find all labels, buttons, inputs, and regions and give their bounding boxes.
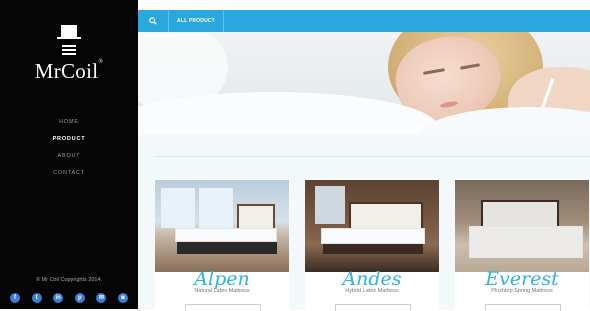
email-icon[interactable]: ✉	[96, 293, 107, 303]
spring-icon	[62, 45, 76, 57]
brand-name: MrCoil®	[34, 59, 104, 83]
product-name[interactable]: Alpen	[155, 268, 289, 290]
product-image[interactable]	[455, 180, 589, 272]
linkedin-icon[interactable]: in	[53, 293, 64, 303]
nav-item-about[interactable]: ABOUT	[0, 148, 138, 165]
logo[interactable]: MrCoil®	[0, 24, 138, 84]
search-button[interactable]	[138, 10, 169, 32]
facebook-icon[interactable]: f	[10, 293, 20, 303]
product-subtitle: Hybrid Latex Mattress	[345, 288, 399, 294]
product-image[interactable]	[305, 180, 439, 272]
product-subtitle: Natural Latex Mattress	[194, 288, 250, 294]
product-card-andes[interactable]: Andes Hybrid Latex Mattress	[305, 180, 439, 311]
divider	[154, 156, 590, 157]
product-button[interactable]	[485, 304, 561, 311]
all-product-link[interactable]: ALL PRODUCT	[169, 10, 224, 32]
product-name[interactable]: Everest	[455, 268, 589, 290]
product-image[interactable]	[155, 180, 289, 272]
nav-item-home[interactable]: HOME	[0, 114, 138, 131]
main-nav: HOME PRODUCT ABOUT CONTACT	[0, 114, 138, 182]
nav-item-contact[interactable]: CONTACT	[0, 165, 138, 182]
product-card-everest[interactable]: Everest Plushtop Spring Mattress	[455, 180, 589, 311]
product-button[interactable]	[185, 304, 261, 311]
copyright-text: © Mr Coil Copyrights 2014.	[35, 277, 103, 283]
social-links: f t in p ✉ ◙	[10, 293, 128, 303]
search-icon	[149, 17, 157, 25]
sidebar: MrCoil® HOME PRODUCT ABOUT CONTACT © Mr …	[0, 0, 138, 309]
product-card-alpen[interactable]: Alpen Natural Latex Mattress	[155, 180, 289, 311]
pinterest-icon[interactable]: p	[74, 293, 85, 303]
top-hat-icon	[57, 25, 81, 39]
product-subtitle: Plushtop Spring Mattress	[491, 288, 553, 294]
instagram-icon[interactable]: ◙	[117, 293, 128, 303]
product-button[interactable]	[335, 304, 411, 311]
product-name[interactable]: Andes	[305, 268, 439, 290]
twitter-icon[interactable]: t	[31, 293, 42, 303]
nav-item-product[interactable]: PRODUCT	[0, 131, 138, 148]
hero-banner	[138, 32, 590, 135]
top-bar: ALL PRODUCT	[138, 10, 590, 32]
